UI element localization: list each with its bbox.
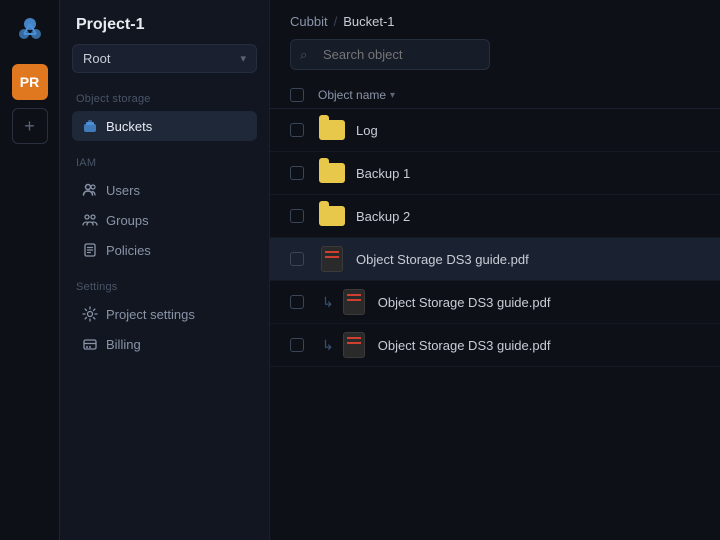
indent-arrow-icon: ↳	[322, 294, 334, 311]
groups-label: Groups	[106, 213, 149, 228]
breadcrumb-current: Bucket-1	[343, 14, 394, 29]
pdf-icon	[340, 333, 368, 357]
row-checkbox[interactable]	[290, 338, 318, 352]
pdf-icon	[318, 247, 346, 271]
file-table: Object name ▾ Log	[270, 82, 720, 540]
sidebar-item-billing[interactable]: Billing	[72, 329, 257, 359]
sidebar-item-users[interactable]: Users	[72, 175, 257, 205]
table-row[interactable]: Log	[270, 109, 720, 152]
iam-label: IAM	[72, 157, 257, 169]
groups-icon	[82, 212, 98, 228]
file-name: Object Storage DS3 guide.pdf	[378, 338, 551, 353]
sidebar-item-policies[interactable]: Policies	[72, 235, 257, 265]
policies-label: Policies	[106, 243, 151, 258]
policies-icon	[82, 242, 98, 258]
folder-icon	[318, 161, 346, 185]
object-storage-section: Object storage Buckets	[72, 93, 257, 141]
pdf-icon	[340, 290, 368, 314]
settings-icon	[82, 306, 98, 322]
indent-arrow-icon: ↳	[322, 337, 334, 354]
table-row[interactable]: Object Storage DS3 guide.pdf	[270, 238, 720, 281]
project-avatar[interactable]: PR	[12, 64, 48, 100]
file-name: Object Storage DS3 guide.pdf	[356, 252, 529, 267]
billing-icon	[82, 336, 98, 352]
file-name: Backup 1	[356, 166, 410, 181]
buckets-label: Buckets	[106, 119, 152, 134]
main-content: Cubbit / Bucket-1 ⌕ Object name ▾	[270, 0, 720, 540]
project-title: Project-1	[72, 16, 257, 34]
app-container: PR + Project-1 Root ▾ Object storage	[0, 0, 720, 540]
sidebar-item-groups[interactable]: Groups	[72, 205, 257, 235]
header-checkbox[interactable]	[290, 88, 318, 102]
table-row[interactable]: Backup 1	[270, 152, 720, 195]
chevron-down-icon: ▾	[240, 52, 246, 65]
project-settings-label: Project settings	[106, 307, 195, 322]
users-icon	[82, 182, 98, 198]
settings-section: Settings Project settings	[72, 281, 257, 359]
row-checkbox[interactable]	[290, 123, 318, 137]
billing-label: Billing	[106, 337, 141, 352]
breadcrumb-parent[interactable]: Cubbit	[290, 14, 328, 29]
row-checkbox[interactable]	[290, 252, 318, 266]
sidebar-item-project-settings[interactable]: Project settings	[72, 299, 257, 329]
search-input[interactable]	[290, 39, 490, 70]
folder-icon	[318, 204, 346, 228]
column-name-header[interactable]: Object name ▾	[318, 88, 395, 102]
iam-section: IAM Users	[72, 157, 257, 265]
icon-rail: PR +	[0, 0, 60, 540]
table-row[interactable]: ↳ Object Storage DS3 guide.pdf	[270, 281, 720, 324]
breadcrumb-separator: /	[334, 14, 338, 29]
file-name: Backup 2	[356, 209, 410, 224]
file-name: Log	[356, 123, 378, 138]
sidebar: Project-1 Root ▾ Object storage Buckets	[60, 0, 270, 540]
bucket-icon	[82, 118, 98, 134]
search-bar: ⌕	[290, 39, 700, 70]
object-storage-label: Object storage	[72, 93, 257, 105]
row-checkbox[interactable]	[290, 209, 318, 223]
row-checkbox[interactable]	[290, 166, 318, 180]
brand-icon	[12, 12, 48, 48]
sidebar-item-buckets[interactable]: Buckets	[72, 111, 257, 141]
table-row[interactable]: ↳ Object Storage DS3 guide.pdf	[270, 324, 720, 367]
settings-section-label: Settings	[72, 281, 257, 293]
table-row[interactable]: Backup 2	[270, 195, 720, 238]
row-checkbox[interactable]	[290, 295, 318, 309]
folder-icon	[318, 118, 346, 142]
sort-icon: ▾	[390, 90, 395, 101]
search-icon: ⌕	[300, 47, 307, 63]
breadcrumb: Cubbit / Bucket-1	[270, 0, 720, 39]
users-label: Users	[106, 183, 140, 198]
table-header: Object name ▾	[270, 82, 720, 109]
add-project-button[interactable]: +	[12, 108, 48, 144]
file-name: Object Storage DS3 guide.pdf	[378, 295, 551, 310]
root-selector[interactable]: Root ▾	[72, 44, 257, 73]
